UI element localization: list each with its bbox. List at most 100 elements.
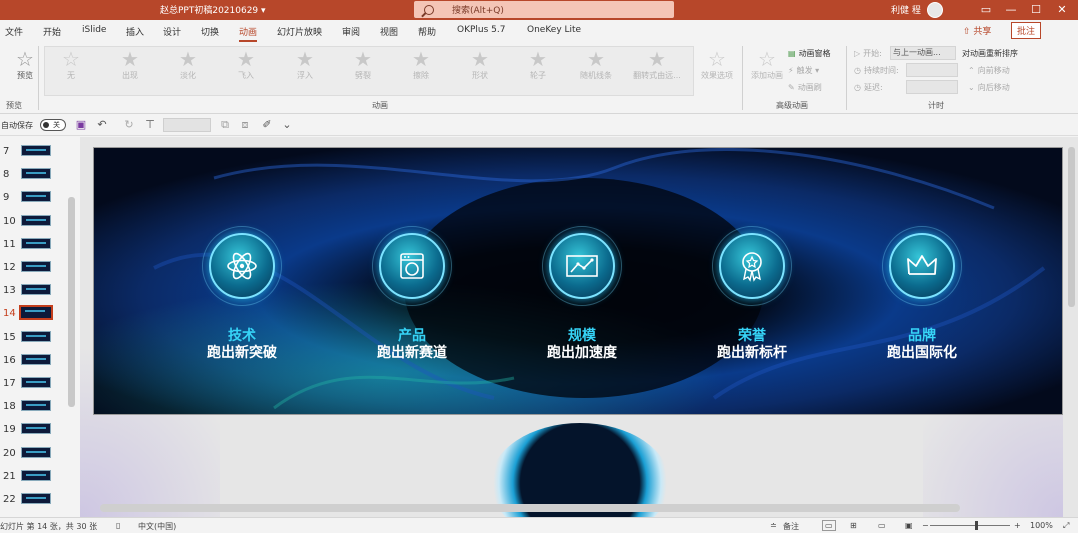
delay-input[interactable]	[906, 80, 958, 94]
tab-islide[interactable]: iSlide	[82, 25, 106, 35]
effect-split[interactable]: ★ 劈裂	[338, 48, 388, 81]
tab-slideshow[interactable]: 幻灯片放映	[277, 25, 322, 38]
user-name[interactable]: 利健 程	[891, 3, 921, 16]
autosave-toggle[interactable]: 关	[40, 119, 66, 131]
feature-product[interactable]: 产品 跑出新赛道	[352, 226, 472, 362]
zoom-slider[interactable]	[930, 525, 1010, 526]
slide-preview[interactable]	[21, 330, 51, 342]
slide-thumbnail[interactable]: 20	[0, 442, 80, 465]
slide-preview[interactable]	[21, 191, 51, 203]
effect-float-in[interactable]: ★ 浮入	[280, 48, 330, 81]
slide-preview[interactable]	[21, 469, 51, 481]
reading-view-icon[interactable]: ▭	[878, 521, 886, 530]
slide-thumbnail[interactable]: 10	[0, 210, 80, 233]
slide-thumbnail[interactable]: 8	[0, 163, 80, 186]
tab-review[interactable]: 审阅	[342, 25, 360, 38]
tab-insert[interactable]: 插入	[126, 25, 144, 38]
slide-thumbnail[interactable]: 21	[0, 465, 80, 488]
tab-design[interactable]: 设计	[163, 25, 181, 38]
undo-icon[interactable]: ↶	[95, 118, 109, 132]
slide-preview[interactable]	[21, 353, 51, 365]
preview-button[interactable]: ☆ 预览	[0, 48, 50, 81]
save-icon[interactable]: ▣	[74, 118, 88, 132]
customize-qat-icon[interactable]: ⌄	[280, 118, 294, 132]
slide-thumbnail[interactable]: 22	[0, 488, 80, 511]
slide-thumbnail[interactable]: 17	[0, 372, 80, 395]
zoom-slider-handle[interactable]	[975, 521, 978, 530]
duration-input[interactable]	[906, 63, 958, 77]
editor-horizontal-scrollbar[interactable]	[100, 504, 960, 512]
feature-brand[interactable]: 品牌 跑出国际化	[862, 226, 982, 362]
slide-preview[interactable]	[21, 145, 51, 156]
font-size-dropdown[interactable]	[163, 118, 211, 132]
slide-preview[interactable]	[21, 493, 51, 504]
slide-preview[interactable]	[21, 284, 51, 296]
slide-thumbnail[interactable]: 9	[0, 186, 80, 209]
offslide-ring-graphic[interactable]	[490, 423, 670, 517]
zoom-out-icon[interactable]: −	[922, 521, 929, 530]
spellcheck-icon[interactable]: ▯	[116, 521, 120, 530]
effect-fade[interactable]: ★ 淡化	[163, 48, 213, 81]
slide-preview[interactable]	[21, 237, 51, 249]
animation-painter-button[interactable]: ✎ 动画刷	[788, 82, 822, 93]
effect-wheel[interactable]: ★ 轮子	[513, 48, 563, 81]
slide-preview[interactable]	[21, 423, 51, 435]
notes-button[interactable]: 备注	[783, 521, 799, 532]
slide-preview[interactable]	[21, 400, 51, 412]
slide-preview[interactable]	[21, 377, 51, 388]
language-indicator[interactable]: 中文(中国)	[138, 521, 176, 532]
search-box[interactable]: 搜索(Alt+Q)	[414, 1, 674, 18]
fit-slide-icon[interactable]: ⤢	[1063, 521, 1069, 531]
slide-thumbnail[interactable]: 16	[0, 349, 80, 372]
slide-thumbnail[interactable]: 14	[0, 302, 80, 325]
move-later-button[interactable]: ⌄ 向后移动	[968, 82, 1010, 93]
slide-thumbnail[interactable]: 13	[0, 279, 80, 302]
tab-okplus[interactable]: OKPlus 5.7	[457, 25, 505, 35]
effect-options-button[interactable]: ☆ 效果选项	[692, 48, 742, 81]
share-button[interactable]: ⇧ 共享	[963, 24, 991, 37]
zoom-in-icon[interactable]: +	[1014, 521, 1021, 530]
feature-scale[interactable]: 规模 跑出加速度	[522, 226, 642, 362]
tab-animations[interactable]: 动画	[239, 25, 258, 42]
effect-none[interactable]: ☆ 无	[46, 48, 96, 81]
slide-preview[interactable]	[21, 214, 51, 226]
move-earlier-button[interactable]: ⌃ 向前移动	[968, 65, 1010, 76]
slide-thumbnail[interactable]: 18	[0, 395, 80, 418]
group-icon[interactable]: ⧉	[218, 118, 232, 132]
slide-preview[interactable]	[19, 305, 53, 321]
slide-sorter-icon[interactable]: ⊞	[850, 521, 857, 530]
document-title[interactable]: 赵总PPT初稿20210629 ▾	[160, 3, 266, 16]
slide-thumbnail[interactable]: 12	[0, 256, 80, 279]
redo-icon[interactable]: ↻	[122, 118, 136, 132]
tab-file[interactable]: 文件	[5, 25, 23, 38]
feature-honor[interactable]: 荣誉 跑出新标杆	[692, 226, 812, 362]
normal-view-icon[interactable]: ▭	[822, 520, 836, 531]
slideshow-icon[interactable]: ▣	[905, 521, 913, 530]
animation-pane-button[interactable]: ▤ 动画窗格	[788, 48, 831, 59]
effect-fly-in[interactable]: ★ 飞入	[221, 48, 271, 81]
effect-appear[interactable]: ★ 出现	[105, 48, 155, 81]
effect-random-bars[interactable]: ★ 随机线条	[571, 48, 621, 81]
start-select[interactable]: 与上一动画...	[890, 46, 956, 60]
trigger-button[interactable]: ⚡ 触发 ▾	[788, 65, 819, 76]
comment-button[interactable]: 批注	[1011, 22, 1042, 39]
tab-home[interactable]: 开始	[43, 25, 61, 38]
maximize-button[interactable]: ☐	[1028, 2, 1044, 18]
slide-preview[interactable]	[21, 168, 51, 180]
slide-preview[interactable]	[21, 446, 51, 458]
effect-wipe[interactable]: ★ 擦除	[396, 48, 446, 81]
editor-vertical-scrollbar[interactable]	[1068, 147, 1075, 307]
feature-technology[interactable]: 技术 跑出新突破	[182, 226, 302, 362]
current-slide[interactable]: 技术 跑出新突破 产品 跑出新赛道 规模 跑出加速度 荣誉 跑出新标杆 品牌 跑…	[93, 147, 1063, 415]
notes-icon[interactable]: ≐	[770, 521, 777, 530]
slide-thumbnail[interactable]: 19	[0, 418, 80, 441]
start-from-beginning-icon[interactable]: ⊤	[143, 118, 157, 132]
effect-shape[interactable]: ★ 形状	[455, 48, 505, 81]
format-painter-icon[interactable]: ✐	[260, 118, 274, 132]
tab-onekey[interactable]: OneKey Lite	[527, 25, 581, 35]
minimize-button[interactable]: —	[1003, 2, 1019, 18]
slide-preview[interactable]	[21, 261, 51, 272]
tab-view[interactable]: 视图	[380, 25, 398, 38]
ungroup-icon[interactable]: ⧈	[238, 118, 252, 132]
slide-thumbnail[interactable]: 7	[0, 140, 80, 163]
